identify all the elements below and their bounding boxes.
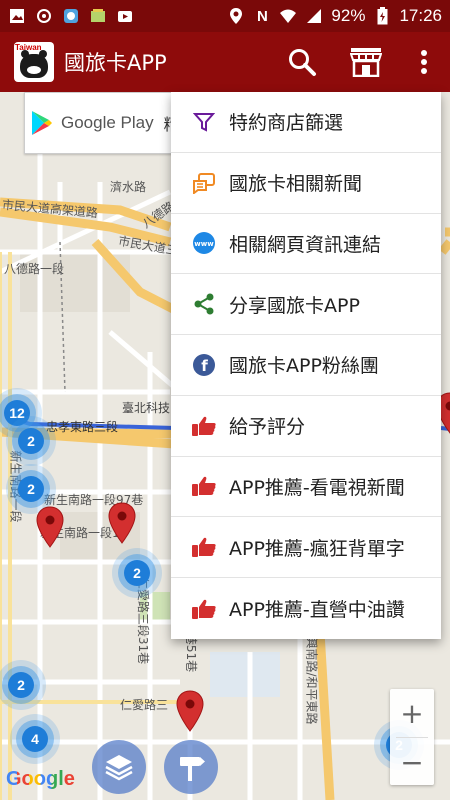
menu-item-label: 相關網頁資訊連結 (229, 233, 382, 256)
signal-icon (305, 7, 323, 25)
google-logo-text: Google (6, 768, 75, 790)
street-label: 八德路一段 (4, 262, 65, 276)
battery-icon (373, 7, 391, 25)
marker-cluster[interactable]: 2 (8, 672, 34, 698)
menu-item-label: 特約商店篩選 (229, 112, 344, 135)
www-icon: www (191, 230, 217, 256)
thumbs-up-icon (191, 596, 217, 622)
street-label: 仁愛路三段31巷 (136, 576, 151, 665)
street-label: 復興南路/和平東路 (304, 624, 319, 725)
zoom-out-button[interactable]: − (390, 738, 434, 786)
menu-item-app-tv-news[interactable]: APP推薦-看電視新聞 (171, 457, 441, 518)
map-pin[interactable] (36, 506, 64, 548)
signpost-icon (180, 757, 205, 781)
zoom-in-button[interactable]: + (390, 689, 434, 737)
menu-item-app-vocabulary[interactable]: APP推薦-瘋狂背單字 (171, 517, 441, 579)
app-logo: Taiwan (14, 42, 54, 82)
thumbs-up-icon (191, 413, 217, 439)
overflow-menu: 特約商店篩選 國旅卡相關新聞 www 相關網頁資訊連結 分享國旅卡APP f 國… (171, 92, 441, 639)
menu-item-store-filter[interactable]: 特約商店篩選 (171, 92, 441, 153)
battery-level: 92% (331, 6, 366, 25)
map-pin[interactable] (108, 502, 136, 544)
app-bar: Taiwan 國旅卡APP (0, 32, 450, 92)
thumbs-up-icon (191, 473, 217, 499)
facebook-icon: f (191, 352, 217, 378)
marker-cluster[interactable]: 2 (124, 560, 150, 586)
menu-item-label: 給予評分 (229, 416, 306, 439)
store-icon (350, 48, 382, 77)
google-logo: Google (6, 768, 75, 791)
search-button[interactable] (270, 32, 334, 92)
clock: 17:26 (399, 6, 442, 25)
ad-text: Google Play (61, 113, 154, 132)
wifi-icon (279, 7, 297, 25)
overflow-menu-button[interactable] (398, 32, 450, 92)
thumbs-up-icon (191, 534, 217, 560)
store-button[interactable] (334, 32, 398, 92)
image-icon (8, 7, 26, 25)
street-label: 臺北科技 (122, 401, 171, 415)
menu-item-label: APP推薦-看電視新聞 (229, 476, 405, 499)
menu-item-rate[interactable]: 給予評分 (171, 396, 441, 457)
menu-item-web-links[interactable]: www 相關網頁資訊連結 (171, 214, 441, 275)
menu-item-label: APP推薦-直營中油讚 (229, 599, 405, 621)
search-icon (289, 49, 316, 76)
app-icon (62, 7, 80, 25)
google-play-icon (32, 111, 52, 135)
directions-button[interactable] (164, 740, 218, 794)
app-title: 國旅卡APP (64, 51, 167, 75)
marker-cluster[interactable]: 2 (18, 428, 44, 454)
street-label: 濟水路 (110, 180, 147, 194)
nfc-icon: N (257, 7, 268, 25)
menu-item-app-cpc[interactable]: APP推薦-直營中油讚 (171, 578, 441, 639)
menu-item-news[interactable]: 國旅卡相關新聞 (171, 153, 441, 214)
marker-cluster[interactable]: 12 (4, 400, 30, 426)
play-icon (116, 7, 134, 25)
map-pin[interactable] (176, 690, 204, 732)
chat-news-icon (191, 170, 217, 196)
location-icon (227, 7, 245, 25)
menu-item-label: 國旅卡APP粉絲團 (229, 355, 379, 378)
logo-text: Taiwan (15, 43, 42, 52)
overflow-menu-icon (421, 50, 427, 74)
svg-text:www: www (194, 240, 214, 248)
menu-item-label: APP推薦-瘋狂背單字 (229, 537, 405, 560)
menu-item-label: 分享國旅卡APP (229, 294, 360, 317)
menu-item-fan-page[interactable]: f 國旅卡APP粉絲團 (171, 335, 441, 396)
sync-icon (35, 7, 53, 25)
gallery-icon (89, 7, 107, 25)
menu-item-share[interactable]: 分享國旅卡APP (171, 274, 441, 336)
layers-button[interactable] (92, 740, 146, 794)
status-bar: N 92% 17:26 (0, 0, 450, 32)
layers-icon (105, 755, 133, 781)
filter-icon (191, 109, 217, 135)
share-icon (191, 291, 217, 317)
marker-cluster[interactable]: 4 (22, 726, 48, 752)
zoom-control: + − (390, 689, 434, 785)
marker-cluster[interactable]: 2 (18, 476, 44, 502)
menu-item-label: 國旅卡相關新聞 (229, 173, 363, 196)
street-label: 忠孝東路三段 (46, 420, 119, 434)
street-label: 仁愛路三 (120, 698, 169, 712)
svg-text:f: f (201, 357, 208, 375)
